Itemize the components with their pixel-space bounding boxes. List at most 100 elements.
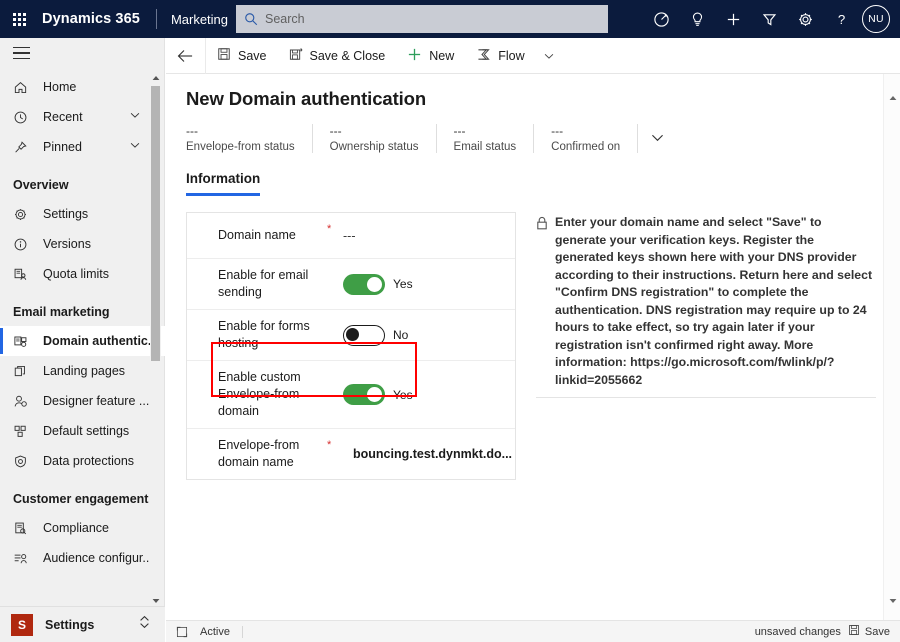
new-button-label: New bbox=[429, 48, 455, 63]
command-overflow-chevron-icon[interactable] bbox=[536, 38, 562, 74]
domain-name-value[interactable]: --- bbox=[343, 229, 356, 243]
sidebar: Home Recent Pinned Overview Settings Ver… bbox=[0, 38, 165, 642]
sidebar-item-compliance[interactable]: Compliance bbox=[0, 513, 165, 543]
toggle-label: Yes bbox=[393, 277, 413, 291]
sidebar-collapse-button[interactable] bbox=[0, 38, 165, 72]
sidebar-item-pinned[interactable]: Pinned bbox=[0, 132, 165, 162]
expand-form-button[interactable] bbox=[166, 626, 200, 638]
sidebar-item-label: Pinned bbox=[43, 140, 82, 154]
sidebar-item-versions[interactable]: Versions bbox=[0, 229, 165, 259]
chevron-down-icon[interactable] bbox=[129, 108, 141, 126]
sidebar-group-title-customer-engagement: Customer engagement bbox=[13, 492, 149, 506]
toggle-switch[interactable] bbox=[343, 384, 385, 405]
header-field-email-status[interactable]: --- Email status bbox=[437, 124, 535, 153]
audience-icon bbox=[13, 551, 32, 566]
header-field-value: --- bbox=[551, 124, 564, 138]
sidebar-scrollbar[interactable] bbox=[150, 72, 161, 606]
scroll-down-arrow-icon[interactable] bbox=[884, 593, 900, 608]
sidebar-item-label: Audience configur... bbox=[43, 551, 153, 565]
header-field-confirmed-on[interactable]: --- Confirmed on bbox=[534, 124, 639, 153]
sidebar-scrollbar-thumb[interactable] bbox=[151, 86, 160, 361]
global-search-box[interactable]: Search bbox=[236, 5, 608, 33]
record-status-label: Active bbox=[200, 625, 243, 638]
flow-icon bbox=[476, 47, 491, 65]
lightbulb-icon[interactable] bbox=[679, 0, 715, 38]
envelope-from-domain-name-value[interactable]: bouncing.test.dynmkt.do... bbox=[343, 447, 512, 461]
footer-save-label: Save bbox=[864, 625, 890, 638]
required-asterisk: * bbox=[327, 439, 332, 451]
toggle-knob bbox=[367, 387, 382, 402]
scroll-down-arrow-icon[interactable] bbox=[150, 595, 161, 606]
header-field-value: --- bbox=[186, 124, 198, 138]
compliance-icon bbox=[13, 521, 32, 536]
required-asterisk bbox=[327, 267, 343, 269]
enable-for-email-sending-toggle[interactable]: Yes bbox=[343, 273, 413, 295]
sidebar-item-domain-authentication[interactable]: Domain authentic... bbox=[0, 326, 165, 356]
header-field-envelope-from-status[interactable]: --- Envelope-from status bbox=[186, 124, 313, 153]
user-avatar[interactable]: NU bbox=[862, 5, 890, 33]
sidebar-group-title-overview: Overview bbox=[13, 178, 69, 192]
app-switcher[interactable]: S Settings bbox=[0, 606, 165, 642]
sidebar-item-designer-features[interactable]: Designer feature ... bbox=[0, 386, 165, 416]
home-icon bbox=[13, 80, 32, 95]
chevron-down-icon[interactable] bbox=[129, 138, 141, 156]
sidebar-item-quota-limits[interactable]: Quota limits bbox=[0, 259, 165, 289]
content-scrollbar[interactable] bbox=[883, 74, 900, 620]
sidebar-item-landing-pages[interactable]: Landing pages bbox=[0, 356, 165, 386]
footer-save-button[interactable]: Save bbox=[848, 624, 890, 639]
back-button[interactable] bbox=[166, 37, 206, 74]
header-field-label: Confirmed on bbox=[551, 141, 621, 153]
save-icon bbox=[848, 624, 860, 639]
field-value-container[interactable]: bouncing.test.dynmkt.do... bbox=[343, 447, 515, 461]
field-value-container: Yes bbox=[343, 384, 515, 405]
app-launcher-button[interactable] bbox=[0, 0, 38, 38]
flow-button[interactable]: Flow bbox=[465, 38, 535, 74]
sidebar-item-label: Home bbox=[43, 80, 77, 94]
enable-for-forms-hosting-toggle[interactable]: No bbox=[343, 324, 408, 346]
field-label: Envelope-from domain name bbox=[218, 438, 300, 469]
gear-icon[interactable] bbox=[787, 0, 823, 38]
search-icon bbox=[244, 12, 258, 26]
toggle-switch[interactable] bbox=[343, 273, 385, 295]
field-value-container: Yes bbox=[343, 273, 515, 295]
field-label: Enable for forms hosting bbox=[218, 319, 310, 350]
header-expand-chevron-icon[interactable] bbox=[650, 130, 665, 150]
flow-button-label: Flow bbox=[498, 48, 525, 63]
gear-icon bbox=[13, 207, 32, 222]
toggle-switch[interactable] bbox=[343, 324, 385, 346]
help-icon[interactable]: ? bbox=[823, 0, 859, 38]
sidebar-item-recent[interactable]: Recent bbox=[0, 102, 165, 132]
new-button[interactable]: New bbox=[396, 38, 465, 74]
plus-icon[interactable] bbox=[715, 0, 751, 38]
field-label: Enable for email sending bbox=[218, 268, 309, 299]
form-row-enable-for-forms-hosting: Enable for forms hosting No bbox=[187, 310, 515, 361]
save-and-close-button[interactable]: Save & Close bbox=[278, 38, 397, 74]
sidebar-item-label: Compliance bbox=[43, 521, 110, 535]
field-label: Domain name bbox=[218, 228, 296, 242]
sidebar-item-audience-configuration[interactable]: Audience configur... bbox=[0, 543, 165, 573]
chevron-updown-icon[interactable] bbox=[139, 615, 150, 634]
header-field-ownership-status[interactable]: --- Ownership status bbox=[313, 124, 437, 153]
form-row-enable-custom-envelope-from-domain: Enable custom Envelope-from domain Yes bbox=[187, 361, 515, 429]
sidebar-item-default-settings[interactable]: Default settings bbox=[0, 416, 165, 446]
header-field-value: --- bbox=[329, 124, 342, 138]
relevance-search-icon[interactable] bbox=[643, 0, 679, 38]
brand-divider bbox=[155, 9, 157, 29]
save-button[interactable]: Save bbox=[206, 38, 278, 74]
enable-custom-envelope-from-domain-toggle[interactable]: Yes bbox=[343, 384, 413, 405]
scroll-up-arrow-icon[interactable] bbox=[884, 90, 900, 105]
sidebar-item-label: Settings bbox=[43, 207, 89, 221]
sidebar-item-home[interactable]: Home bbox=[0, 72, 165, 102]
form-row-domain-name: Domain name * --- bbox=[187, 213, 515, 259]
scroll-up-arrow-icon[interactable] bbox=[150, 72, 161, 83]
tab-information[interactable]: Information bbox=[186, 171, 261, 196]
field-value-container[interactable]: --- bbox=[343, 229, 515, 243]
sidebar-item-data-protections[interactable]: Data protections bbox=[0, 446, 165, 476]
header-field-label: Envelope-from status bbox=[186, 141, 295, 153]
sidebar-item-settings[interactable]: Settings bbox=[0, 199, 165, 229]
unsaved-changes-label: unsaved changes bbox=[754, 625, 841, 638]
clock-icon bbox=[13, 110, 32, 125]
filter-icon[interactable] bbox=[751, 0, 787, 38]
field-label: Enable custom Envelope-from domain bbox=[218, 370, 301, 418]
required-asterisk bbox=[327, 318, 343, 320]
